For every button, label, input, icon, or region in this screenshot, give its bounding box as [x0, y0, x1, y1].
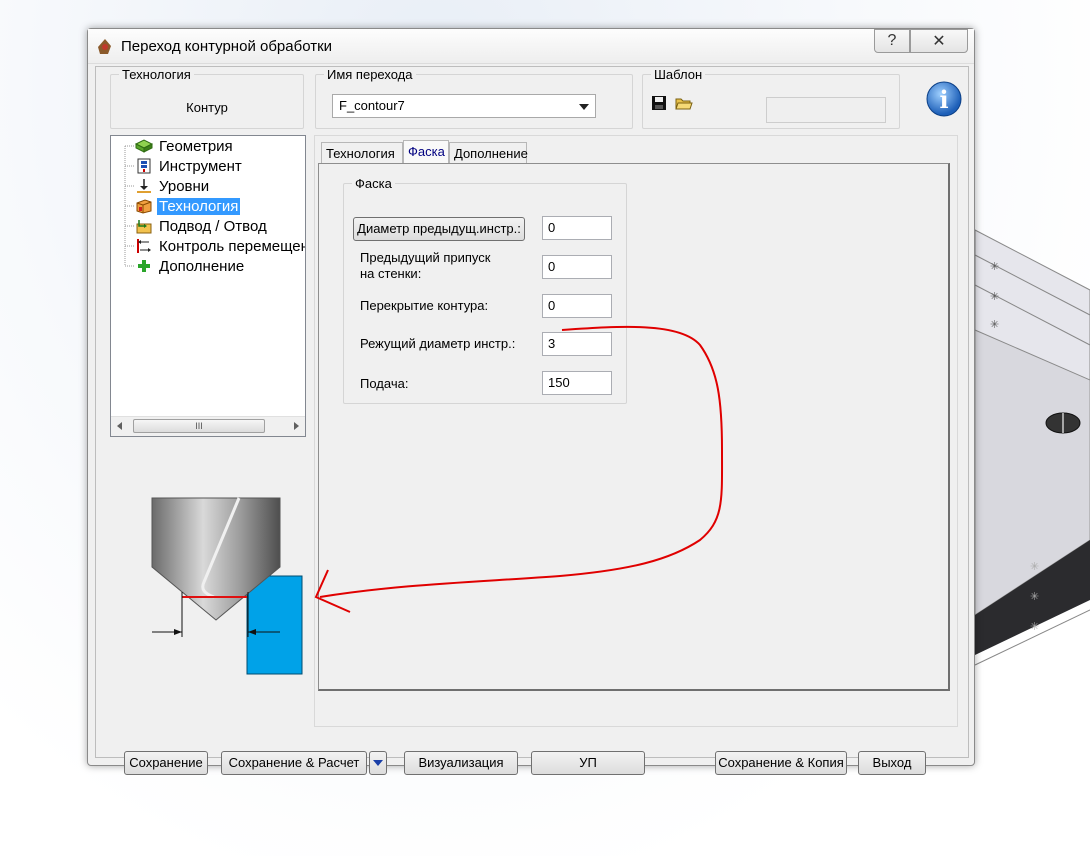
- svg-text:✳: ✳: [1030, 560, 1039, 573]
- template-field[interactable]: [766, 97, 886, 123]
- svg-text:i: i: [939, 85, 948, 114]
- tab-container: Технология Фаска Дополнение Фаска Диамет…: [314, 135, 958, 727]
- tab-addition[interactable]: Дополнение: [449, 142, 528, 164]
- tree-item-technology[interactable]: Технология: [111, 196, 241, 216]
- step-name-group: Имя перехода F_contour7: [315, 67, 633, 129]
- tab-technology[interactable]: Технология: [321, 142, 403, 164]
- chevron-down-icon: [373, 760, 383, 766]
- prev-tool-diameter-button[interactable]: Диаметр предыдущ.инстр.:: [353, 217, 525, 241]
- help-icon: ?: [887, 32, 897, 49]
- save-calc-dropdown[interactable]: [369, 751, 387, 775]
- tree-item-approach[interactable]: Подвод / Отвод: [111, 216, 269, 236]
- template-group-title: Шаблон: [654, 67, 703, 82]
- save-template-icon[interactable]: [651, 95, 667, 111]
- step-name-value: F_contour7: [339, 98, 405, 113]
- tab-facet[interactable]: Фаска: [403, 140, 449, 165]
- tree-item-label: Подвод / Отвод: [159, 217, 267, 235]
- visualize-button[interactable]: Визуализация: [404, 751, 518, 775]
- cutting-diameter-label: Режущий диаметр инстр.:: [360, 336, 516, 351]
- svg-text:✳: ✳: [990, 318, 999, 331]
- prev-tool-diameter-input[interactable]: 0: [542, 216, 612, 240]
- tree-item-geometry[interactable]: Геометрия: [111, 136, 235, 156]
- tree-item-addition[interactable]: Дополнение: [111, 256, 246, 276]
- chamfer-tool-illustration: [151, 497, 303, 675]
- close-icon: ✕: [932, 33, 946, 50]
- tree-item-label: Дополнение: [159, 257, 245, 275]
- help-button[interactable]: ?: [874, 29, 910, 53]
- facet-group: Фаска Диаметр предыдущ.инстр.: 0 Предыду…: [343, 176, 627, 404]
- save-calc-button[interactable]: Сохранение & Расчет: [221, 751, 367, 775]
- prev-allowance-label-line2: на стенки:: [360, 266, 422, 281]
- tree-item-label: Технология: [157, 197, 241, 215]
- svg-text:✳: ✳: [990, 290, 999, 303]
- svg-text:✳: ✳: [1030, 590, 1039, 603]
- tree-item-label: Контроль перемещений: [159, 237, 305, 255]
- overlap-input[interactable]: 0: [542, 294, 612, 318]
- facet-tab-panel: Фаска Диаметр предыдущ.инстр.: 0 Предыду…: [318, 163, 950, 691]
- tree-item-label: Геометрия: [159, 137, 233, 155]
- save-button[interactable]: Сохранение: [124, 751, 208, 775]
- scroll-thumb[interactable]: III: [133, 419, 265, 433]
- svg-text:✳: ✳: [1030, 620, 1039, 633]
- navigation-tree: Геометрия Инструмент Уровни Технология П…: [110, 135, 306, 437]
- scroll-left-icon[interactable]: [117, 422, 122, 430]
- add-icon: [138, 260, 150, 272]
- technology-icon: [136, 199, 152, 214]
- save-copy-button[interactable]: Сохранение & Копия: [715, 751, 847, 775]
- feed-label: Подача:: [360, 376, 409, 391]
- dialog-body: Технология Контур Имя перехода F_contour…: [95, 66, 969, 775]
- chevron-down-icon[interactable]: [579, 104, 589, 110]
- approach-icon: [136, 220, 152, 234]
- contour-step-dialog: Переход контурной обработки ? ✕ Технолог…: [87, 28, 975, 775]
- tool-icon: [137, 158, 151, 174]
- motion-control-icon: [137, 239, 151, 253]
- window-title: Переход контурной обработки: [121, 38, 333, 55]
- info-icon[interactable]: i: [925, 80, 963, 118]
- template-group: Шаблон: [642, 67, 900, 129]
- technology-group: Технология Контур: [110, 67, 304, 129]
- tree-horizontal-scrollbar[interactable]: III: [111, 416, 305, 436]
- scroll-right-icon[interactable]: [294, 422, 299, 430]
- prev-allowance-label-line1: Предыдущий припуск: [360, 250, 491, 265]
- technology-group-title: Технология: [122, 67, 191, 82]
- technology-value: Контур: [186, 100, 228, 115]
- geometry-icon: [135, 139, 153, 153]
- tree-item-motion-control[interactable]: Контроль перемещений: [111, 236, 305, 256]
- close-button[interactable]: ✕: [910, 29, 968, 53]
- step-name-group-title: Имя перехода: [327, 67, 413, 82]
- open-folder-icon[interactable]: [675, 95, 693, 111]
- feed-input[interactable]: 150: [542, 371, 612, 395]
- tree-item-label: Инструмент: [159, 157, 242, 175]
- app-icon: [98, 39, 111, 54]
- cutting-diameter-input[interactable]: 3: [542, 332, 612, 356]
- exit-button[interactable]: Выход: [858, 751, 926, 775]
- overlap-label: Перекрытие контура:: [360, 298, 489, 313]
- title-bar: Переход контурной обработки ? ✕: [88, 29, 974, 64]
- facet-group-title: Фаска: [355, 176, 392, 191]
- svg-text:✳: ✳: [990, 260, 999, 273]
- tree-item-levels[interactable]: Уровни: [111, 176, 211, 196]
- levels-icon: [137, 179, 151, 193]
- tree-item-label: Уровни: [159, 177, 210, 195]
- nc-program-button[interactable]: УП: [531, 751, 645, 775]
- tree-item-tool[interactable]: Инструмент: [111, 156, 244, 176]
- prev-allowance-input[interactable]: 0: [542, 255, 612, 279]
- step-name-combo[interactable]: F_contour7: [332, 94, 596, 118]
